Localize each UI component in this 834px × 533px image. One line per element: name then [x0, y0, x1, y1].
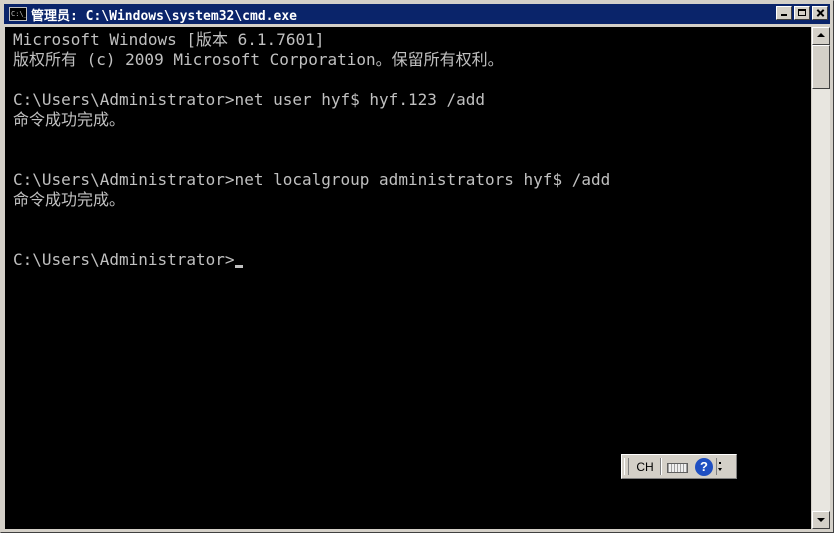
keyboard-icon[interactable]: [666, 460, 690, 474]
text-cursor: [234, 265, 243, 268]
window-controls: [774, 6, 828, 20]
console-line: 命令成功完成。: [13, 110, 126, 129]
cmd-icon[interactable]: C:\_: [9, 7, 27, 21]
maximize-button[interactable]: [794, 6, 810, 20]
scroll-thumb[interactable]: [812, 45, 830, 89]
input-language-button[interactable]: CH: [632, 460, 658, 474]
prompt-line[interactable]: C:\Users\Administrator>: [13, 250, 811, 270]
close-button[interactable]: [812, 6, 828, 20]
scroll-up-button[interactable]: [812, 27, 830, 45]
cmd-window: C:\_ 管理员: C:\Windows\system32\cmd.exe Mi…: [0, 0, 834, 533]
language-bar-grip[interactable]: [624, 458, 629, 475]
prompt-text: C:\Users\Administrator>: [13, 250, 235, 269]
console-line: Microsoft Windows [版本 6.1.7601]: [13, 30, 325, 49]
scroll-down-button[interactable]: [812, 511, 830, 529]
console-line: 版权所有 (c) 2009 Microsoft Corporation。保留所有…: [13, 50, 504, 69]
console-line: C:\Users\Administrator>net user hyf$ hyf…: [13, 90, 486, 109]
window-title: 管理员: C:\Windows\system32\cmd.exe: [31, 8, 297, 24]
minimize-button[interactable]: [776, 6, 792, 20]
language-bar-divider: [660, 458, 662, 475]
help-icon[interactable]: ?: [695, 457, 713, 476]
console-line: 命令成功完成。: [13, 190, 126, 209]
options-menu-icon[interactable]: [716, 458, 725, 475]
vertical-scrollbar[interactable]: [812, 27, 830, 529]
console-line: C:\Users\Administrator>net localgroup ad…: [13, 170, 611, 189]
title-bar[interactable]: C:\_ 管理员: C:\Windows\system32\cmd.exe: [4, 4, 830, 24]
language-bar: CH ?: [621, 454, 737, 479]
